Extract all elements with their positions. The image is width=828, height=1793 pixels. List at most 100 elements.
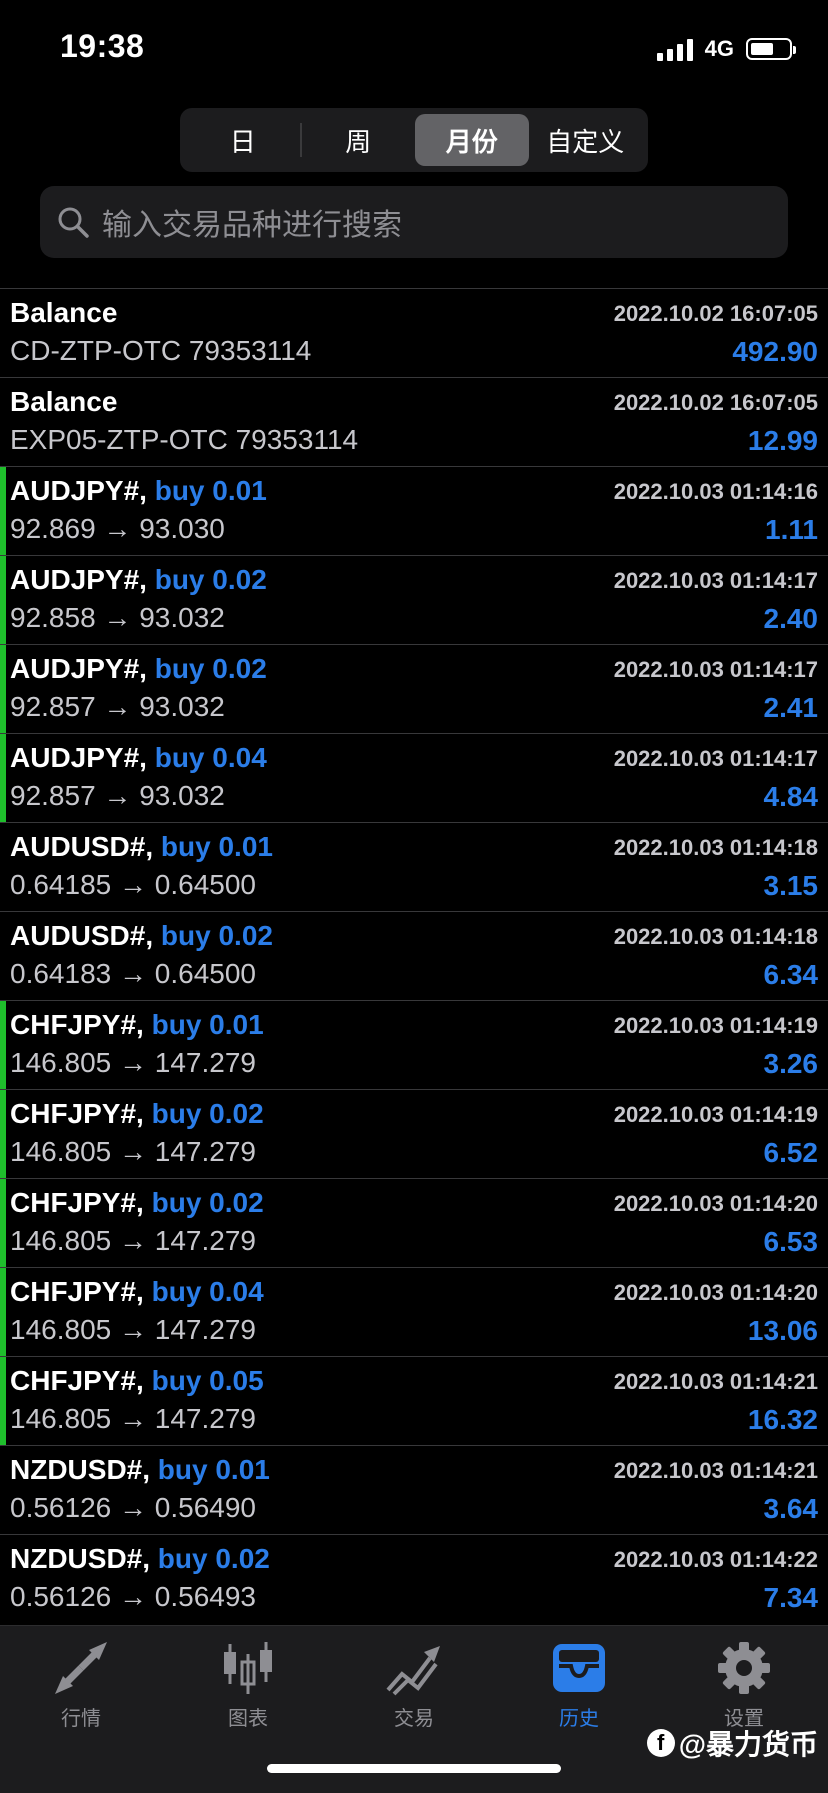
row-profit: 4.84 <box>763 781 819 812</box>
tab-label: 图表 <box>228 1708 268 1730</box>
row-title: AUDJPY#, buy 0.02 <box>10 653 267 685</box>
trade-history-list: Balance CD-ZTP-OTC 79353114 2022.10.02 16:… <box>0 288 828 1623</box>
row-detail: 146.805 → 147.279 <box>10 1047 256 1078</box>
home-indicator <box>267 1764 561 1773</box>
quotes-arrows-icon <box>55 1642 107 1694</box>
row-profit: 492.90 <box>732 336 818 367</box>
row-profit: 3.26 <box>763 1048 819 1079</box>
network-type-label: 4G <box>704 36 734 61</box>
row-time: 2022.10.03 01:14:21 <box>613 1458 818 1483</box>
segment-day[interactable]: 日 <box>186 114 300 166</box>
gear-icon <box>718 1642 770 1694</box>
row-title: CHFJPY#, buy 0.05 <box>10 1365 264 1397</box>
row-side: buy 0.01 <box>157 1454 270 1485</box>
row-title: CHFJPY#, buy 0.02 <box>10 1187 264 1219</box>
row-side: buy 0.04 <box>151 1276 264 1307</box>
history-row[interactable]: Balance EXP05-ZTP-OTC 79353114 2022.10.02 … <box>0 377 828 466</box>
history-row[interactable]: AUDJPY#, buy 0.02 92.857 → 93.032 2022.10.… <box>0 644 828 733</box>
history-row[interactable]: AUDJPY#, buy 0.01 92.869 → 93.030 2022.10.… <box>0 466 828 555</box>
row-symbol: CHFJPY#, <box>10 1009 144 1040</box>
tab-quotes[interactable]: 行情 <box>26 1640 136 1731</box>
tab-history[interactable]: 历史 <box>524 1640 634 1731</box>
row-time: 2022.10.03 01:14:20 <box>613 1280 818 1305</box>
row-time: 2022.10.03 01:14:17 <box>613 568 818 593</box>
history-row[interactable]: AUDJPY#, buy 0.04 92.857 → 93.032 2022.10.… <box>0 733 828 822</box>
row-profit: 2.41 <box>763 692 819 723</box>
search-placeholder: 输入交易品种进行搜索 <box>102 209 402 242</box>
watermark: f @暴力货币 <box>646 1723 818 1763</box>
row-side: buy 0.02 <box>160 920 273 951</box>
tab-settings[interactable]: 设置 <box>689 1640 799 1731</box>
row-profit: 6.34 <box>763 959 819 990</box>
history-row[interactable]: CHFJPY#, buy 0.02 146.805 → 147.279 2022.1… <box>0 1089 828 1178</box>
history-row[interactable]: CHFJPY#, buy 0.04 146.805 → 147.279 2022.1… <box>0 1267 828 1356</box>
row-symbol: AUDUSD#, <box>10 831 154 862</box>
row-time: 2022.10.03 01:14:18 <box>613 924 818 949</box>
row-side: buy 0.01 <box>151 1009 264 1040</box>
history-row[interactable]: CHFJPY#, buy 0.05 146.805 → 147.279 2022.1… <box>0 1356 828 1445</box>
segment-week[interactable]: 周 <box>302 114 416 166</box>
tab-label: 交易 <box>394 1708 434 1730</box>
segment-custom[interactable]: 自定义 <box>529 114 643 166</box>
segment-month[interactable]: 月份 <box>415 114 529 166</box>
row-title: CHFJPY#, buy 0.04 <box>10 1276 264 1308</box>
row-time: 2022.10.02 16:07:05 <box>613 301 818 326</box>
row-title: NZDUSD#, buy 0.01 <box>10 1454 270 1486</box>
row-symbol: AUDJPY#, <box>10 742 147 773</box>
row-title: CHFJPY#, buy 0.01 <box>10 1009 264 1041</box>
row-time: 2022.10.03 01:14:19 <box>613 1013 818 1038</box>
row-time: 2022.10.03 01:14:21 <box>613 1369 818 1394</box>
row-symbol: Balance <box>10 386 118 417</box>
symbol-search-input[interactable]: 输入交易品种进行搜索 <box>40 186 788 258</box>
row-side: buy 0.02 <box>157 1543 270 1574</box>
row-side: buy 0.02 <box>154 653 267 684</box>
history-row[interactable]: NZDUSD#, buy 0.01 0.56126 → 0.56490 2022.1… <box>0 1445 828 1534</box>
row-profit: 1.11 <box>765 514 818 545</box>
row-side: buy 0.01 <box>160 831 273 862</box>
row-title: NZDUSD#, buy 0.02 <box>10 1543 270 1575</box>
row-side: buy 0.02 <box>151 1187 264 1218</box>
row-detail: 0.56126 → 0.56490 <box>10 1492 256 1523</box>
search-icon <box>58 207 89 238</box>
tab-charts[interactable]: 图表 <box>193 1640 303 1731</box>
row-symbol: NZDUSD#, <box>10 1543 151 1574</box>
history-row[interactable]: CHFJPY#, buy 0.02 146.805 → 147.279 2022.1… <box>0 1178 828 1267</box>
tab-label: 历史 <box>559 1708 599 1730</box>
row-time: 2022.10.03 01:14:18 <box>613 835 818 860</box>
row-side: buy 0.02 <box>154 564 267 595</box>
row-title: Balance <box>10 386 117 418</box>
history-row[interactable]: CHFJPY#, buy 0.01 146.805 → 147.279 2022.1… <box>0 1000 828 1089</box>
status-time: 19:38 <box>60 28 145 64</box>
row-time: 2022.10.02 16:07:05 <box>613 390 818 415</box>
history-row[interactable]: NZDUSD#, buy 0.02 0.56126 → 0.56493 2022.1… <box>0 1534 828 1623</box>
row-profit: 13.06 <box>747 1315 818 1346</box>
watermark-text: @暴力货币 <box>678 1729 818 1760</box>
history-row[interactable]: AUDUSD#, buy 0.02 0.64183 → 0.64500 2022.1… <box>0 911 828 1000</box>
row-title: Balance <box>10 297 117 329</box>
row-profit: 3.64 <box>763 1493 819 1524</box>
tab-trade[interactable]: 交易 <box>359 1640 469 1731</box>
cellular-signal-icon <box>656 37 693 61</box>
history-row[interactable]: AUDJPY#, buy 0.02 92.858 → 93.032 2022.10.… <box>0 555 828 644</box>
row-detail: 0.64183 → 0.64500 <box>10 958 256 989</box>
row-side: buy 0.05 <box>151 1365 264 1396</box>
row-side: buy 0.04 <box>154 742 267 773</box>
row-detail: 92.858 → 93.032 <box>10 602 225 633</box>
history-row[interactable]: AUDUSD#, buy 0.01 0.64185 → 0.64500 2022.1… <box>0 822 828 911</box>
row-profit: 6.52 <box>763 1137 819 1168</box>
row-symbol: AUDUSD#, <box>10 920 154 951</box>
row-detail: 0.56126 → 0.56493 <box>10 1581 256 1612</box>
history-row[interactable]: Balance CD-ZTP-OTC 79353114 2022.10.02 16:… <box>0 288 828 377</box>
trade-trend-icon <box>386 1646 440 1696</box>
row-profit: 7.34 <box>763 1582 819 1613</box>
row-symbol: CHFJPY#, <box>10 1187 144 1218</box>
status-indicators: 4G <box>656 36 796 62</box>
row-time: 2022.10.03 01:14:17 <box>613 746 818 771</box>
history-inbox-icon <box>553 1644 605 1692</box>
row-profit: 16.32 <box>747 1404 818 1435</box>
row-detail: 146.805 → 147.279 <box>10 1225 256 1256</box>
row-time: 2022.10.03 01:14:19 <box>613 1102 818 1127</box>
row-symbol: NZDUSD#, <box>10 1454 151 1485</box>
row-symbol: AUDJPY#, <box>10 564 147 595</box>
row-title: CHFJPY#, buy 0.02 <box>10 1098 264 1130</box>
